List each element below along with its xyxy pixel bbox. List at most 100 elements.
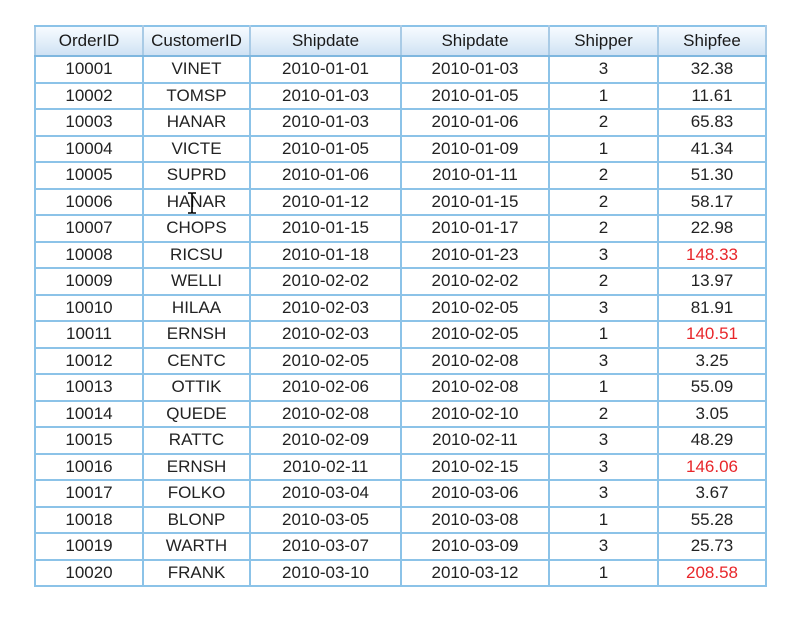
cell-shipfee[interactable]: 51.30 bbox=[657, 161, 767, 190]
table-row[interactable]: 10018 BLONP 2010-03-05 2010-03-08 1 55.28 bbox=[34, 505, 767, 534]
table-row[interactable]: 10008 RICSU 2010-01-18 2010-01-23 3 148.33 bbox=[34, 240, 767, 269]
column-header-shipdate-2[interactable]: Shipdate bbox=[400, 25, 550, 57]
table-row[interactable]: 10004 VICTE 2010-01-05 2010-01-09 1 41.34 bbox=[34, 134, 767, 163]
cell-orderid[interactable]: 10001 bbox=[34, 55, 144, 84]
cell-shipdate[interactable]: 2010-01-05 bbox=[249, 134, 402, 163]
cell-shipper[interactable]: 2 bbox=[548, 399, 659, 428]
table-row[interactable]: 10013 OTTIK 2010-02-06 2010-02-08 1 55.09 bbox=[34, 373, 767, 402]
cell-shipdate-2[interactable]: 2010-01-06 bbox=[400, 108, 550, 137]
cell-shipfee[interactable]: 25.73 bbox=[657, 532, 767, 561]
cell-customerid[interactable]: WARTH bbox=[142, 532, 251, 561]
cell-shipdate-2[interactable]: 2010-03-06 bbox=[400, 479, 550, 508]
table-row[interactable]: 10011 ERNSH 2010-02-03 2010-02-05 1 140.51 bbox=[34, 320, 767, 349]
table-row[interactable]: 10016 ERNSH 2010-02-11 2010-02-15 3 146.06 bbox=[34, 452, 767, 481]
cell-orderid[interactable]: 10017 bbox=[34, 479, 144, 508]
cell-shipfee[interactable]: 3.25 bbox=[657, 346, 767, 375]
cell-orderid[interactable]: 10005 bbox=[34, 161, 144, 190]
cell-shipdate[interactable]: 2010-01-18 bbox=[249, 240, 402, 269]
cell-shipdate[interactable]: 2010-02-03 bbox=[249, 320, 402, 349]
cell-shipfee[interactable]: 148.33 bbox=[657, 240, 767, 269]
cell-orderid[interactable]: 10010 bbox=[34, 293, 144, 322]
cell-shipper[interactable]: 2 bbox=[548, 187, 659, 216]
cell-customerid[interactable]: HANAR bbox=[142, 108, 251, 137]
table-row[interactable]: 10010 HILAA 2010-02-03 2010-02-05 3 81.91 bbox=[34, 293, 767, 322]
table-row[interactable]: 10017 FOLKO 2010-03-04 2010-03-06 3 3.67 bbox=[34, 479, 767, 508]
cell-shipdate-2[interactable]: 2010-02-02 bbox=[400, 267, 550, 296]
cell-customerid[interactable]: ERNSH bbox=[142, 320, 251, 349]
cell-shipdate[interactable]: 2010-02-11 bbox=[249, 452, 402, 481]
cell-customerid[interactable]: CENTC bbox=[142, 346, 251, 375]
cell-shipdate[interactable]: 2010-01-03 bbox=[249, 81, 402, 110]
cell-shipper[interactable]: 1 bbox=[548, 373, 659, 402]
cell-customerid[interactable]: HANAR bbox=[142, 187, 251, 216]
cell-shipdate-2[interactable]: 2010-01-23 bbox=[400, 240, 550, 269]
cell-customerid[interactable]: RATTC bbox=[142, 426, 251, 455]
cell-customerid[interactable]: VICTE bbox=[142, 134, 251, 163]
table-row[interactable]: 10019 WARTH 2010-03-07 2010-03-09 3 25.73 bbox=[34, 532, 767, 561]
cell-shipper[interactable]: 3 bbox=[548, 346, 659, 375]
cell-shipper[interactable]: 3 bbox=[548, 532, 659, 561]
cell-customerid[interactable]: VINET bbox=[142, 55, 251, 84]
cell-orderid[interactable]: 10016 bbox=[34, 452, 144, 481]
cell-shipfee[interactable]: 65.83 bbox=[657, 108, 767, 137]
cell-customerid[interactable]: FRANK bbox=[142, 558, 251, 587]
cell-shipdate[interactable]: 2010-01-01 bbox=[249, 55, 402, 84]
cell-shipper[interactable]: 2 bbox=[548, 214, 659, 243]
cell-shipdate-2[interactable]: 2010-02-11 bbox=[400, 426, 550, 455]
cell-shipper[interactable]: 1 bbox=[548, 320, 659, 349]
cell-shipdate[interactable]: 2010-01-06 bbox=[249, 161, 402, 190]
cell-shipfee[interactable]: 58.17 bbox=[657, 187, 767, 216]
cell-customerid[interactable]: SUPRD bbox=[142, 161, 251, 190]
cell-customerid[interactable]: RICSU bbox=[142, 240, 251, 269]
cell-shipper[interactable]: 1 bbox=[548, 81, 659, 110]
cell-shipdate[interactable]: 2010-03-07 bbox=[249, 532, 402, 561]
cell-shipdate-2[interactable]: 2010-03-12 bbox=[400, 558, 550, 587]
cell-orderid[interactable]: 10008 bbox=[34, 240, 144, 269]
cell-orderid[interactable]: 10020 bbox=[34, 558, 144, 587]
cell-orderid[interactable]: 10012 bbox=[34, 346, 144, 375]
cell-shipdate-2[interactable]: 2010-01-11 bbox=[400, 161, 550, 190]
table-row[interactable]: 10001 VINET 2010-01-01 2010-01-03 3 32.38 bbox=[34, 55, 767, 84]
cell-shipper[interactable]: 1 bbox=[548, 134, 659, 163]
cell-shipfee[interactable]: 146.06 bbox=[657, 452, 767, 481]
cell-shipdate-2[interactable]: 2010-01-09 bbox=[400, 134, 550, 163]
cell-orderid[interactable]: 10015 bbox=[34, 426, 144, 455]
cell-orderid[interactable]: 10013 bbox=[34, 373, 144, 402]
cell-shipper[interactable]: 2 bbox=[548, 108, 659, 137]
cell-shipdate-2[interactable]: 2010-02-10 bbox=[400, 399, 550, 428]
table-row[interactable]: 10014 QUEDE 2010-02-08 2010-02-10 2 3.05 bbox=[34, 399, 767, 428]
cell-orderid[interactable]: 10006 bbox=[34, 187, 144, 216]
cell-shipper[interactable]: 3 bbox=[548, 55, 659, 84]
cell-orderid[interactable]: 10014 bbox=[34, 399, 144, 428]
cell-shipdate-2[interactable]: 2010-01-15 bbox=[400, 187, 550, 216]
cell-shipfee[interactable]: 140.51 bbox=[657, 320, 767, 349]
column-header-shipfee[interactable]: Shipfee bbox=[657, 25, 767, 57]
cell-customerid[interactable]: BLONP bbox=[142, 505, 251, 534]
cell-shipfee[interactable]: 208.58 bbox=[657, 558, 767, 587]
cell-shipdate[interactable]: 2010-02-06 bbox=[249, 373, 402, 402]
table-row[interactable]: 10009 WELLI 2010-02-02 2010-02-02 2 13.97 bbox=[34, 267, 767, 296]
cell-shipfee[interactable]: 3.67 bbox=[657, 479, 767, 508]
cell-shipdate-2[interactable]: 2010-02-05 bbox=[400, 320, 550, 349]
cell-shipper[interactable]: 2 bbox=[548, 267, 659, 296]
cell-shipdate-2[interactable]: 2010-01-17 bbox=[400, 214, 550, 243]
cell-orderid[interactable]: 10009 bbox=[34, 267, 144, 296]
cell-customerid[interactable]: TOMSP bbox=[142, 81, 251, 110]
cell-shipper[interactable]: 2 bbox=[548, 161, 659, 190]
cell-shipdate-2[interactable]: 2010-03-09 bbox=[400, 532, 550, 561]
column-header-orderid[interactable]: OrderID bbox=[34, 25, 144, 57]
cell-shipper[interactable]: 3 bbox=[548, 293, 659, 322]
cell-customerid[interactable]: FOLKO bbox=[142, 479, 251, 508]
column-header-customerid[interactable]: CustomerID bbox=[142, 25, 251, 57]
cell-orderid[interactable]: 10007 bbox=[34, 214, 144, 243]
cell-shipfee[interactable]: 11.61 bbox=[657, 81, 767, 110]
cell-shipfee[interactable]: 81.91 bbox=[657, 293, 767, 322]
cell-shipdate-2[interactable]: 2010-01-03 bbox=[400, 55, 550, 84]
cell-shipdate[interactable]: 2010-01-03 bbox=[249, 108, 402, 137]
cell-shipdate-2[interactable]: 2010-02-15 bbox=[400, 452, 550, 481]
cell-orderid[interactable]: 10018 bbox=[34, 505, 144, 534]
cell-shipfee[interactable]: 3.05 bbox=[657, 399, 767, 428]
cell-customerid[interactable]: WELLI bbox=[142, 267, 251, 296]
cell-shipdate[interactable]: 2010-01-12 bbox=[249, 187, 402, 216]
table-row[interactable]: 10020 FRANK 2010-03-10 2010-03-12 1 208.58 bbox=[34, 558, 767, 587]
